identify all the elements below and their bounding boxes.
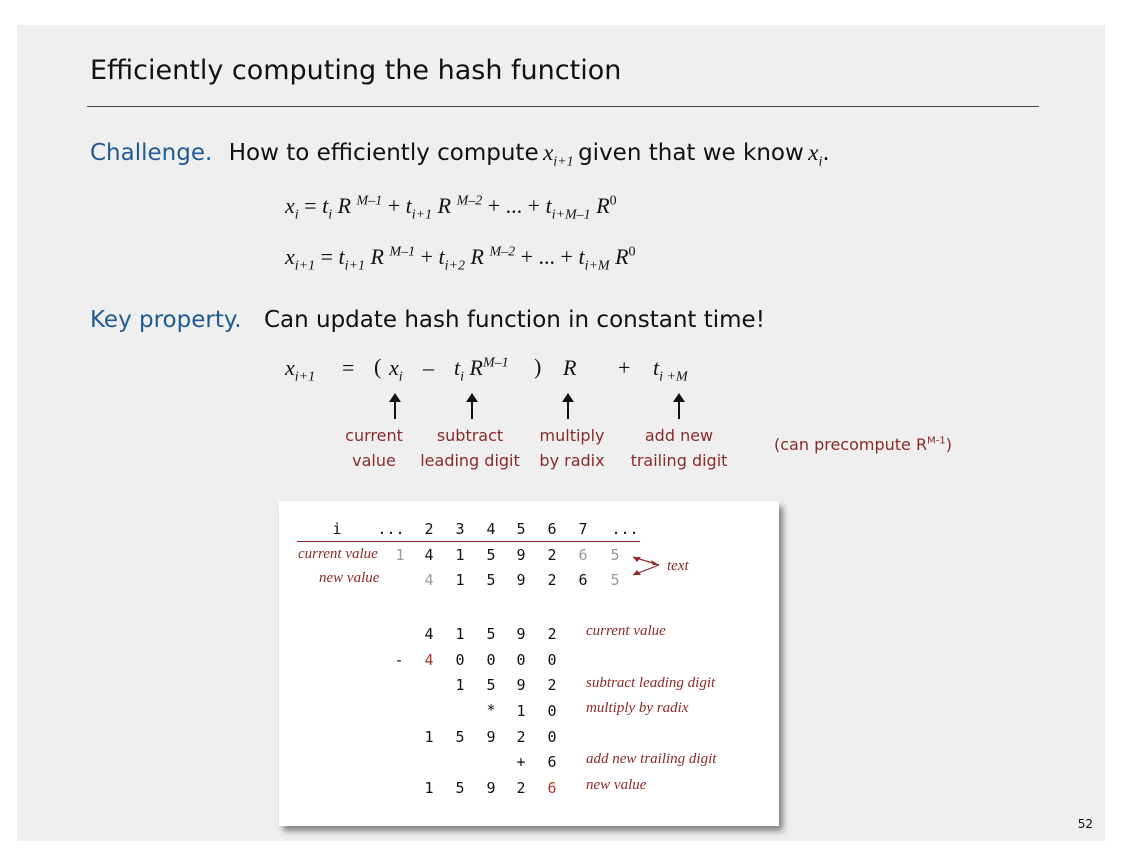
table-header-index: 7 [578,520,588,538]
key-property-label: Key property. [90,307,242,333]
update-minus: – [423,355,434,380]
update-t-term: ti RM–1 [454,355,509,385]
current-value-digit: 4 [424,546,434,564]
precompute-note: (can precompute RM-1) [774,435,952,454]
calc-new-trailing-digit: 6 [547,779,557,797]
calc-digit: 5 [486,676,496,694]
update-open-paren: ( [374,354,382,379]
table-header-index: 4 [486,520,496,538]
new-value-digit: 1 [455,571,465,589]
calc-digit: 0 [486,651,496,669]
new-value-tail-digit: 5 [610,571,620,589]
current-value-label: current value [298,546,378,562]
calc-digit: 0 [547,702,557,720]
table-header-dots: ... [611,520,639,538]
calc-label-new-value: new value [586,777,647,793]
calc-label-multiply-by-radix: multiply by radix [586,700,689,716]
table-header-index: 2 [424,520,434,538]
current-value-digit: 5 [486,546,496,564]
calc-digit: 5 [455,779,465,797]
new-value-label: new value [319,570,380,586]
challenge-var2: xi [808,140,823,170]
calc-digit: 5 [486,625,496,643]
calc-label-add-new-trailing-digit: add new trailing digit [586,751,717,767]
calc-digit: 1 [455,625,465,643]
key-property-line: Key property. Can update hash function i… [90,307,765,333]
calc-digit: 9 [516,676,526,694]
calc-digit: 9 [486,728,496,746]
calc-digit: 2 [547,676,557,694]
calc-times-sign: * [486,701,496,719]
calc-digit: 2 [516,779,526,797]
calc-minus-sign: - [394,651,404,669]
table-header-index: 5 [516,520,526,538]
new-value-digit: 9 [516,571,526,589]
calc-digit: 1 [516,702,526,720]
page-number: 52 [1077,817,1093,831]
current-value-tail-digit: 6 [578,546,588,564]
calc-digit: 1 [424,779,434,797]
key-property-text: Can update hash function in constant tim… [263,307,765,333]
calc-digit: 1 [424,728,434,746]
calc-digit: 4 [424,625,434,643]
calc-digit: 1 [455,676,465,694]
slide: Efficiently computing the hash function … [17,25,1105,841]
example-box: i ... 2 3 4 5 6 7 ... current value 1 4 … [279,501,779,826]
update-r: R [563,355,577,380]
calc-label-subtract-leading-digit: subtract leading digit [586,675,716,691]
challenge-text-before: How to efficiently compute [228,140,539,166]
calc-digit: 2 [516,728,526,746]
table-header-index: 3 [455,520,465,538]
slide-title: Efficiently computing the hash function [90,55,622,86]
current-value-digit: 2 [547,546,557,564]
calc-digit: 9 [516,625,526,643]
challenge-text-after: given that we know [578,140,804,166]
table-header-rule [297,541,640,542]
challenge-var1: xi+1 [543,140,574,170]
annotation-subtract-leading-digit: subtract leading digit [420,426,520,470]
challenge-label: Challenge. [90,140,213,166]
update-plus: + [618,355,631,380]
calc-digit: 6 [547,753,557,771]
new-value-digit: 6 [578,571,588,589]
calc-digit: 9 [486,779,496,797]
equation-xi: xi = ti R M–1 + ti+1 R M–2 + ... + ti+M–… [285,193,617,223]
current-value-digit: 1 [455,546,465,564]
calc-label-current-value: current value [586,623,666,639]
annotation-current-value: current value [345,426,403,470]
calc-digit: 0 [547,728,557,746]
calc-digit: 5 [455,728,465,746]
update-xi: xi [389,355,403,385]
current-value-lead-digit: 1 [395,546,405,564]
new-value-lead-digit: 4 [424,571,434,589]
title-rule [87,106,1039,107]
annotation-add-new-trailing-digit: add new trailing digit [630,426,728,470]
equation-xi-plus-1: xi+1 = ti+1 R M–1 + ti+2 R M–2 + ... + t… [285,244,636,274]
text-pointer-icon [632,556,660,576]
update-t-new: ti +M [653,355,688,385]
calc-plus-sign: + [516,753,526,771]
new-value-digit: 2 [547,571,557,589]
table-header-i: i [332,520,342,538]
challenge-period: . [822,140,830,166]
current-value-tail-digit: 5 [610,546,620,564]
table-header-dots: ... [377,520,405,538]
challenge-line: Challenge. How to efficiently compute xi… [90,140,830,171]
calc-digit: 0 [516,651,526,669]
update-close-paren: ) [534,354,542,379]
calc-digit: 0 [455,651,465,669]
update-equals: = [342,355,355,380]
table-header-index: 6 [547,520,557,538]
update-lhs: xi+1 [285,355,316,385]
calc-leading-digit: 4 [424,651,434,669]
current-value-digit: 9 [516,546,526,564]
calc-digit: 2 [547,625,557,643]
new-value-digit: 5 [486,571,496,589]
annotation-multiply-by-radix: multiply by radix [539,426,605,470]
calc-digit: 0 [547,651,557,669]
text-label: text [667,558,689,574]
